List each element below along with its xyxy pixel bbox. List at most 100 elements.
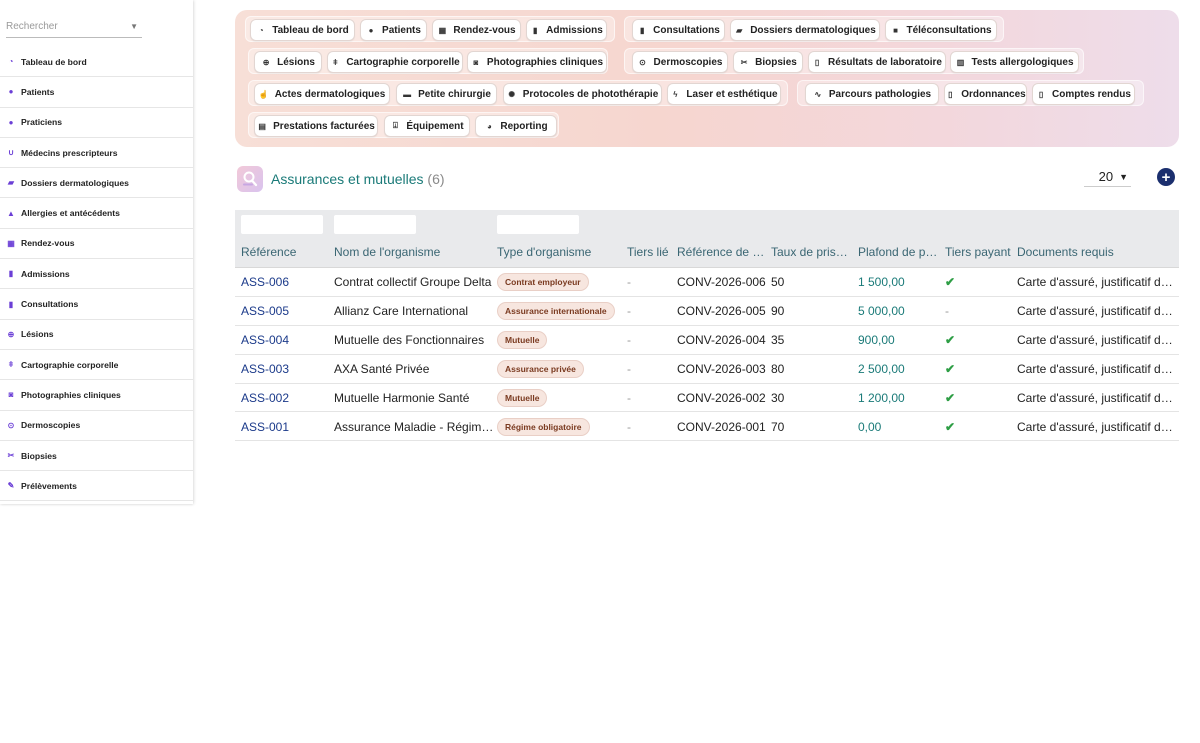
folder-open-icon: ▰ bbox=[736, 25, 743, 35]
toolbar-button-label: Protocoles de photothérapie bbox=[522, 88, 659, 100]
toolbar-button-equipement[interactable]: ⍗ Équipement bbox=[384, 115, 470, 137]
type-badge: Mutuelle bbox=[497, 330, 548, 349]
chevron-down-icon[interactable]: ▼ bbox=[130, 22, 138, 31]
reference-link[interactable]: ASS-004 bbox=[241, 326, 329, 354]
organism-type: Régime obligatoire bbox=[497, 413, 622, 441]
coverage-rate: 80 bbox=[771, 361, 785, 376]
toolbar-button-label: Tests allergologiques bbox=[971, 56, 1074, 68]
sidebar-item-rendez-vous[interactable]: ▦ Rendez-vous bbox=[0, 229, 193, 260]
sidebar-item-patients[interactable]: ● Patients bbox=[0, 77, 193, 108]
sidebar-item-cartographie-corporelle[interactable]: ǂ Cartographie corporelle bbox=[0, 350, 193, 381]
column-header[interactable]: Référence bbox=[241, 245, 329, 259]
column-header[interactable]: Type d'organisme bbox=[497, 245, 622, 259]
coverage-ceiling: 0,00 bbox=[858, 419, 882, 434]
sidebar-item-dossiers-dermatologiques[interactable]: ▰ Dossiers dermatologiques bbox=[0, 168, 193, 199]
toolbar-button-label: Lésions bbox=[277, 56, 315, 68]
sidebar-item-prelevements[interactable]: ✎ Prélèvements bbox=[0, 471, 193, 502]
reference-link[interactable]: ASS-001 bbox=[241, 413, 329, 441]
sidebar-item-allergies-et-antecedents[interactable]: ▲ Allergies et antécédents bbox=[0, 198, 193, 229]
sidebar-item-label: Cartographie corporelle bbox=[21, 359, 119, 370]
toolbar-button-photographies-cliniques[interactable]: ◙ Photographies cliniques bbox=[467, 51, 607, 73]
per-page-select[interactable]: 20 ▼ bbox=[1084, 167, 1131, 187]
toolbar-button-label: Dermoscopies bbox=[653, 56, 723, 68]
search-field[interactable]: ▼ bbox=[6, 16, 142, 38]
toolbar-button-petite-chirurgie[interactable]: ▬ Petite chirurgie bbox=[396, 83, 497, 105]
reference-link[interactable]: ASS-005 bbox=[241, 297, 329, 325]
column-header[interactable]: Nom de l'organisme bbox=[334, 245, 492, 259]
toolbar-button-tests-allergologiques[interactable]: ▥ Tests allergologiques bbox=[950, 51, 1079, 73]
linked-third-party: - bbox=[627, 419, 631, 434]
toolbar-button-patients[interactable]: ● Patients bbox=[360, 19, 427, 41]
toolbar-button-rendez-vous[interactable]: ▦ Rendez-vous bbox=[432, 19, 521, 41]
sidebar-item-medecins-prescripteurs[interactable]: ∪ Médecins prescripteurs bbox=[0, 138, 193, 169]
search-input[interactable] bbox=[6, 21, 116, 32]
sidebar-item-biopsies[interactable]: ✂ Biopsies bbox=[0, 441, 193, 472]
table-row[interactable]: ASS-005 Allianz Care International Assuran… bbox=[235, 296, 1179, 326]
reference-link[interactable]: ASS-006 bbox=[241, 268, 329, 296]
toolbar-button-cartographie-corporelle[interactable]: ǂ Cartographie corporelle bbox=[327, 51, 463, 73]
gauge-icon: ◔ bbox=[8, 57, 14, 67]
toolbar-button-biopsies[interactable]: ✂ Biopsies bbox=[733, 51, 803, 73]
pie-chart-icon: ◕ bbox=[486, 121, 492, 131]
toolbar-button-tableau-de-bord[interactable]: ◔ Tableau de bord bbox=[250, 19, 355, 41]
column-filter-input[interactable] bbox=[497, 215, 579, 234]
sidebar-item-label: Praticiens bbox=[21, 117, 63, 128]
column-header[interactable]: Documents requis bbox=[1017, 245, 1177, 259]
organism-type: Mutuelle bbox=[497, 384, 622, 412]
coverage-rate: 30 bbox=[771, 390, 785, 405]
tiers-payant: ✔ bbox=[945, 384, 1013, 412]
module-toolbar: ◔ Tableau de bord ● Patients ▦ Rendez-vous ▮ Ad… bbox=[235, 10, 1179, 147]
toolbar-button-laser-et-esthetique[interactable]: ϟ Laser et esthétique bbox=[667, 83, 781, 105]
stethoscope-icon: ∪ bbox=[8, 148, 14, 158]
toolbar-button-label: Photographies cliniques bbox=[486, 56, 604, 68]
toolbar-button-ordonnances[interactable]: ▯ Ordonnances bbox=[944, 83, 1027, 105]
toolbar-button-teleconsultations[interactable]: ■ Téléconsultations bbox=[885, 19, 997, 41]
toolbar-button-lesions[interactable]: ⊕ Lésions bbox=[254, 51, 322, 73]
column-header[interactable]: Tiers payant bbox=[945, 245, 1013, 259]
insurance-search-icon bbox=[237, 166, 263, 192]
table-row[interactable]: ASS-004 Mutuelle des Fonctionnaires Mutuel… bbox=[235, 325, 1179, 355]
table-header: Référence Nom de l'organisme Type d'organi… bbox=[235, 210, 1179, 268]
column-header[interactable]: Plafond de p… bbox=[858, 245, 942, 259]
table-row[interactable]: ASS-006 Contrat collectif Groupe Delta Con… bbox=[235, 268, 1179, 297]
equipment-icon: ⍗ bbox=[392, 121, 398, 130]
column-filter-input[interactable] bbox=[334, 215, 416, 234]
toolbar-button-prestations-facturees[interactable]: ▤ Prestations facturées bbox=[254, 115, 378, 137]
column-filter-input[interactable] bbox=[241, 215, 323, 234]
column-header[interactable]: Taux de pris… bbox=[771, 245, 855, 259]
check-icon: ✔ bbox=[945, 361, 956, 376]
toolbar-button-admissions[interactable]: ▮ Admissions bbox=[526, 19, 607, 41]
toolbar-button-consultations[interactable]: ▮ Consultations bbox=[632, 19, 725, 41]
column-header[interactable]: Tiers lié bbox=[627, 245, 672, 259]
check-icon: ✔ bbox=[945, 332, 956, 347]
sidebar-item-admissions[interactable]: ▮ Admissions bbox=[0, 259, 193, 290]
sidebar-item-label: Prélèvements bbox=[21, 480, 77, 491]
toolbar-button-reporting[interactable]: ◕ Reporting bbox=[475, 115, 557, 137]
sidebar-item-consultations[interactable]: ▮ Consultations bbox=[0, 289, 193, 320]
sidebar-item-dermoscopies[interactable]: ⊙ Dermoscopies bbox=[0, 411, 193, 441]
toolbar-button-comptes-rendus[interactable]: ▯ Comptes rendus bbox=[1032, 83, 1135, 105]
sidebar-item-lesions[interactable]: ⊕ Lésions bbox=[0, 320, 193, 350]
add-record-button[interactable]: + bbox=[1157, 168, 1175, 186]
route-icon: ∿ bbox=[814, 89, 822, 99]
sidebar-item-praticiens[interactable]: ● Praticiens bbox=[0, 108, 193, 138]
sidebar-item-tableau-de-bord[interactable]: ◔ Tableau de bord bbox=[0, 47, 193, 78]
table-row[interactable]: ASS-003 AXA Santé Privée Assurance privée -… bbox=[235, 354, 1179, 384]
linked-third-party: - bbox=[627, 361, 631, 376]
toolbar-button-parcours-pathologies[interactable]: ∿ Parcours pathologies bbox=[805, 83, 939, 105]
toolbar-button-dossiers-dermatologiques[interactable]: ▰ Dossiers dermatologiques bbox=[730, 19, 880, 41]
toolbar-button-dermoscopies[interactable]: ⊙ Dermoscopies bbox=[632, 51, 728, 73]
toolbar-button-resultats-de-laboratoire[interactable]: ▯ Résultats de laboratoire bbox=[808, 51, 946, 73]
organism-name: Mutuelle Harmonie Santé bbox=[334, 390, 470, 405]
table-row[interactable]: ASS-001 Assurance Maladie - Régim… Régime … bbox=[235, 412, 1179, 442]
sidebar-item-photographies-cliniques[interactable]: ◙ Photographies cliniques bbox=[0, 380, 193, 411]
toolbar-button-actes-dermatologiques[interactable]: ☝ Actes dermatologiques bbox=[254, 83, 390, 105]
check-icon: ✔ bbox=[945, 275, 956, 289]
column-header[interactable]: Référence de … bbox=[677, 245, 767, 259]
type-badge: Assurance internationale bbox=[497, 301, 615, 320]
convention-reference: CONV-2026-003 bbox=[677, 361, 766, 376]
reference-link[interactable]: ASS-002 bbox=[241, 384, 329, 412]
table-row[interactable]: ASS-002 Mutuelle Harmonie Santé Mutuelle - C… bbox=[235, 383, 1179, 413]
toolbar-button-protocoles-de-phototherapie[interactable]: ✺ Protocoles de photothérapie bbox=[503, 83, 662, 105]
reference-link[interactable]: ASS-003 bbox=[241, 355, 329, 383]
